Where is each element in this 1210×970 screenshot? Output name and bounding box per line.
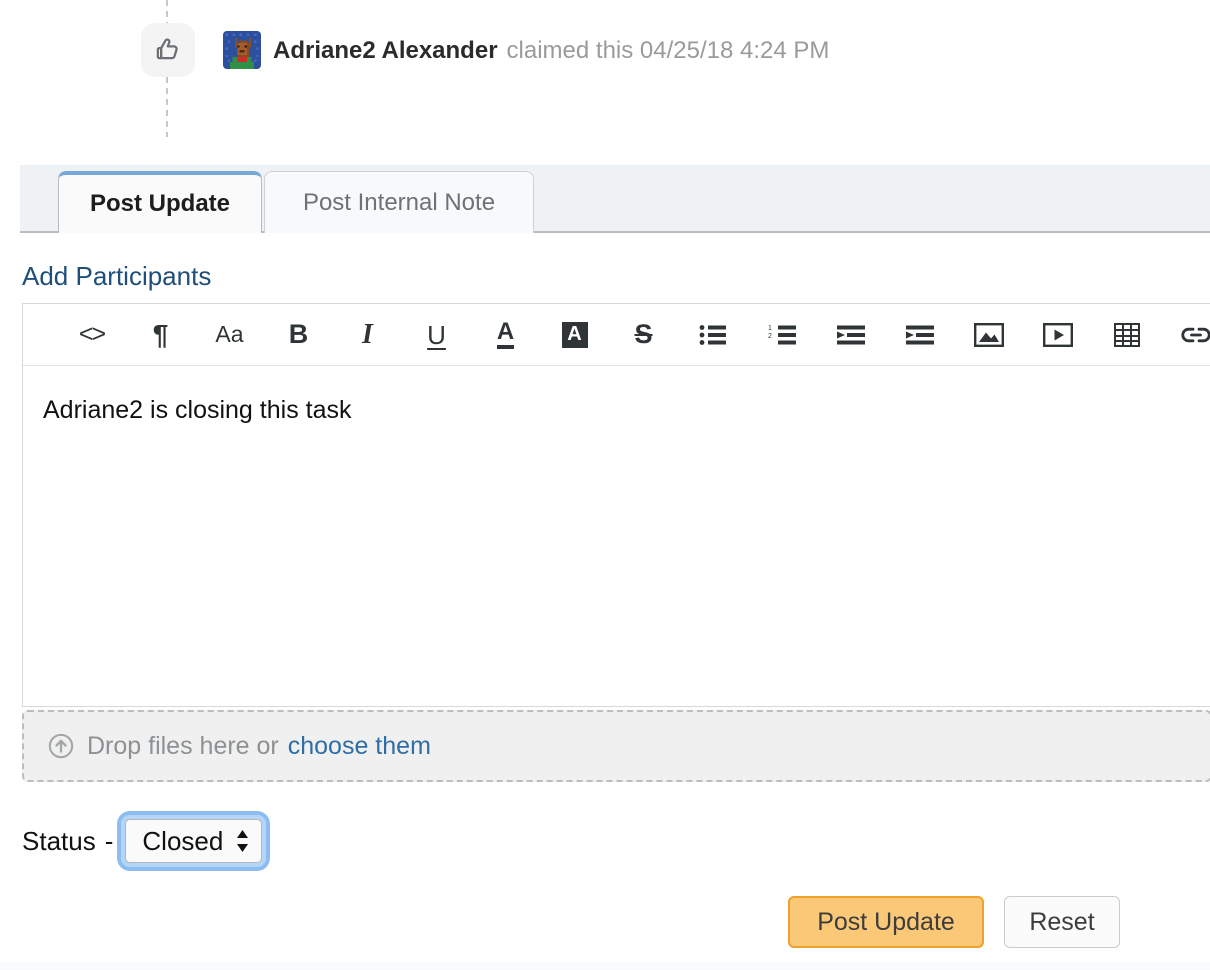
status-row: Status - Closed bbox=[22, 812, 267, 870]
form-actions: Post Update Reset bbox=[788, 896, 1120, 948]
upload-arrow-icon bbox=[48, 733, 74, 759]
add-participants-link[interactable]: Add Participants bbox=[22, 261, 211, 292]
strikethrough-icon-glyph: S bbox=[634, 319, 653, 349]
indent-icon[interactable] bbox=[885, 311, 954, 359]
status-label: Status bbox=[22, 825, 96, 856]
strikethrough-icon[interactable]: S bbox=[609, 311, 678, 359]
outdent-icon[interactable] bbox=[816, 311, 885, 359]
activity-timeline: Adriane2 Alexander claimed this 04/25/18… bbox=[0, 0, 1210, 155]
insert-table-icon[interactable] bbox=[1092, 311, 1161, 359]
avatar bbox=[223, 31, 261, 69]
rich-text-editor: <> ¶ Aa B I U A A S 1 2 Adriane2 is clos… bbox=[22, 303, 1210, 707]
thumbs-up-icon bbox=[141, 23, 195, 77]
status-select-focus-ring: Closed bbox=[121, 815, 267, 867]
bulleted-list-icon[interactable] bbox=[678, 311, 747, 359]
insert-link-icon[interactable] bbox=[1161, 311, 1210, 359]
footer-band bbox=[0, 962, 1210, 970]
tab-post-internal-note[interactable]: Post Internal Note bbox=[264, 171, 534, 233]
code-icon-glyph: <> bbox=[78, 320, 106, 348]
text-color-icon-glyph: A bbox=[496, 320, 515, 349]
paragraph-icon[interactable]: ¶ bbox=[126, 311, 195, 359]
post-update-button-label: Post Update bbox=[817, 907, 955, 936]
editor-toolbar: <> ¶ Aa B I U A A S 1 2 bbox=[23, 304, 1210, 366]
svg-text:2: 2 bbox=[768, 333, 772, 340]
italic-icon-glyph: I bbox=[362, 318, 373, 350]
dropzone-text: Drop files here or bbox=[87, 731, 279, 760]
post-update-panel: Adriane2 Alexander claimed this 04/25/18… bbox=[0, 0, 1210, 970]
bold-icon-glyph: B bbox=[288, 319, 309, 349]
select-stepper-arrows-icon bbox=[235, 828, 250, 854]
highlight-color-icon[interactable]: A bbox=[540, 311, 609, 359]
insert-video-icon[interactable] bbox=[1023, 311, 1092, 359]
status-select-value: Closed bbox=[142, 825, 224, 856]
insert-image-icon[interactable] bbox=[954, 311, 1023, 359]
svg-text:1: 1 bbox=[768, 325, 772, 332]
code-icon[interactable]: <> bbox=[57, 311, 126, 359]
bold-icon[interactable]: B bbox=[264, 311, 333, 359]
post-update-button[interactable]: Post Update bbox=[788, 896, 984, 948]
text-color-icon[interactable]: A bbox=[471, 311, 540, 359]
editor-content[interactable]: Adriane2 is closing this task bbox=[23, 366, 1210, 428]
numbered-list-icon[interactable]: 1 2 bbox=[747, 311, 816, 359]
choose-files-link[interactable]: choose them bbox=[288, 732, 431, 761]
italic-icon[interactable]: I bbox=[333, 311, 402, 359]
font-size-icon[interactable]: Aa bbox=[195, 311, 264, 359]
reset-button-label: Reset bbox=[1029, 907, 1095, 936]
reset-button[interactable]: Reset bbox=[1004, 896, 1120, 948]
status-select[interactable]: Closed bbox=[125, 819, 263, 863]
editor-content-text: Adriane2 is closing this task bbox=[43, 396, 352, 424]
activity-message: Adriane2 Alexander claimed this 04/25/18… bbox=[273, 32, 829, 70]
tab-post-update-label: Post Update bbox=[89, 190, 230, 217]
font-size-icon-glyph: Aa bbox=[215, 321, 244, 347]
highlight-color-icon-glyph: A bbox=[561, 321, 588, 348]
post-tabs: Post Update Post Internal Note bbox=[20, 165, 1210, 233]
file-dropzone[interactable]: Drop files here or choose them bbox=[22, 710, 1210, 782]
underline-icon[interactable]: U bbox=[402, 311, 471, 359]
tab-post-internal-note-label: Post Internal Note bbox=[302, 188, 496, 216]
activity-action-text: claimed this 04/25/18 4:24 PM bbox=[506, 37, 830, 64]
activity-actor-name: Adriane2 Alexander bbox=[273, 37, 498, 64]
tab-post-update[interactable]: Post Update bbox=[58, 171, 262, 233]
paragraph-icon-glyph: ¶ bbox=[152, 318, 169, 350]
underline-icon-glyph: U bbox=[427, 319, 446, 350]
status-separator: - bbox=[104, 825, 114, 856]
